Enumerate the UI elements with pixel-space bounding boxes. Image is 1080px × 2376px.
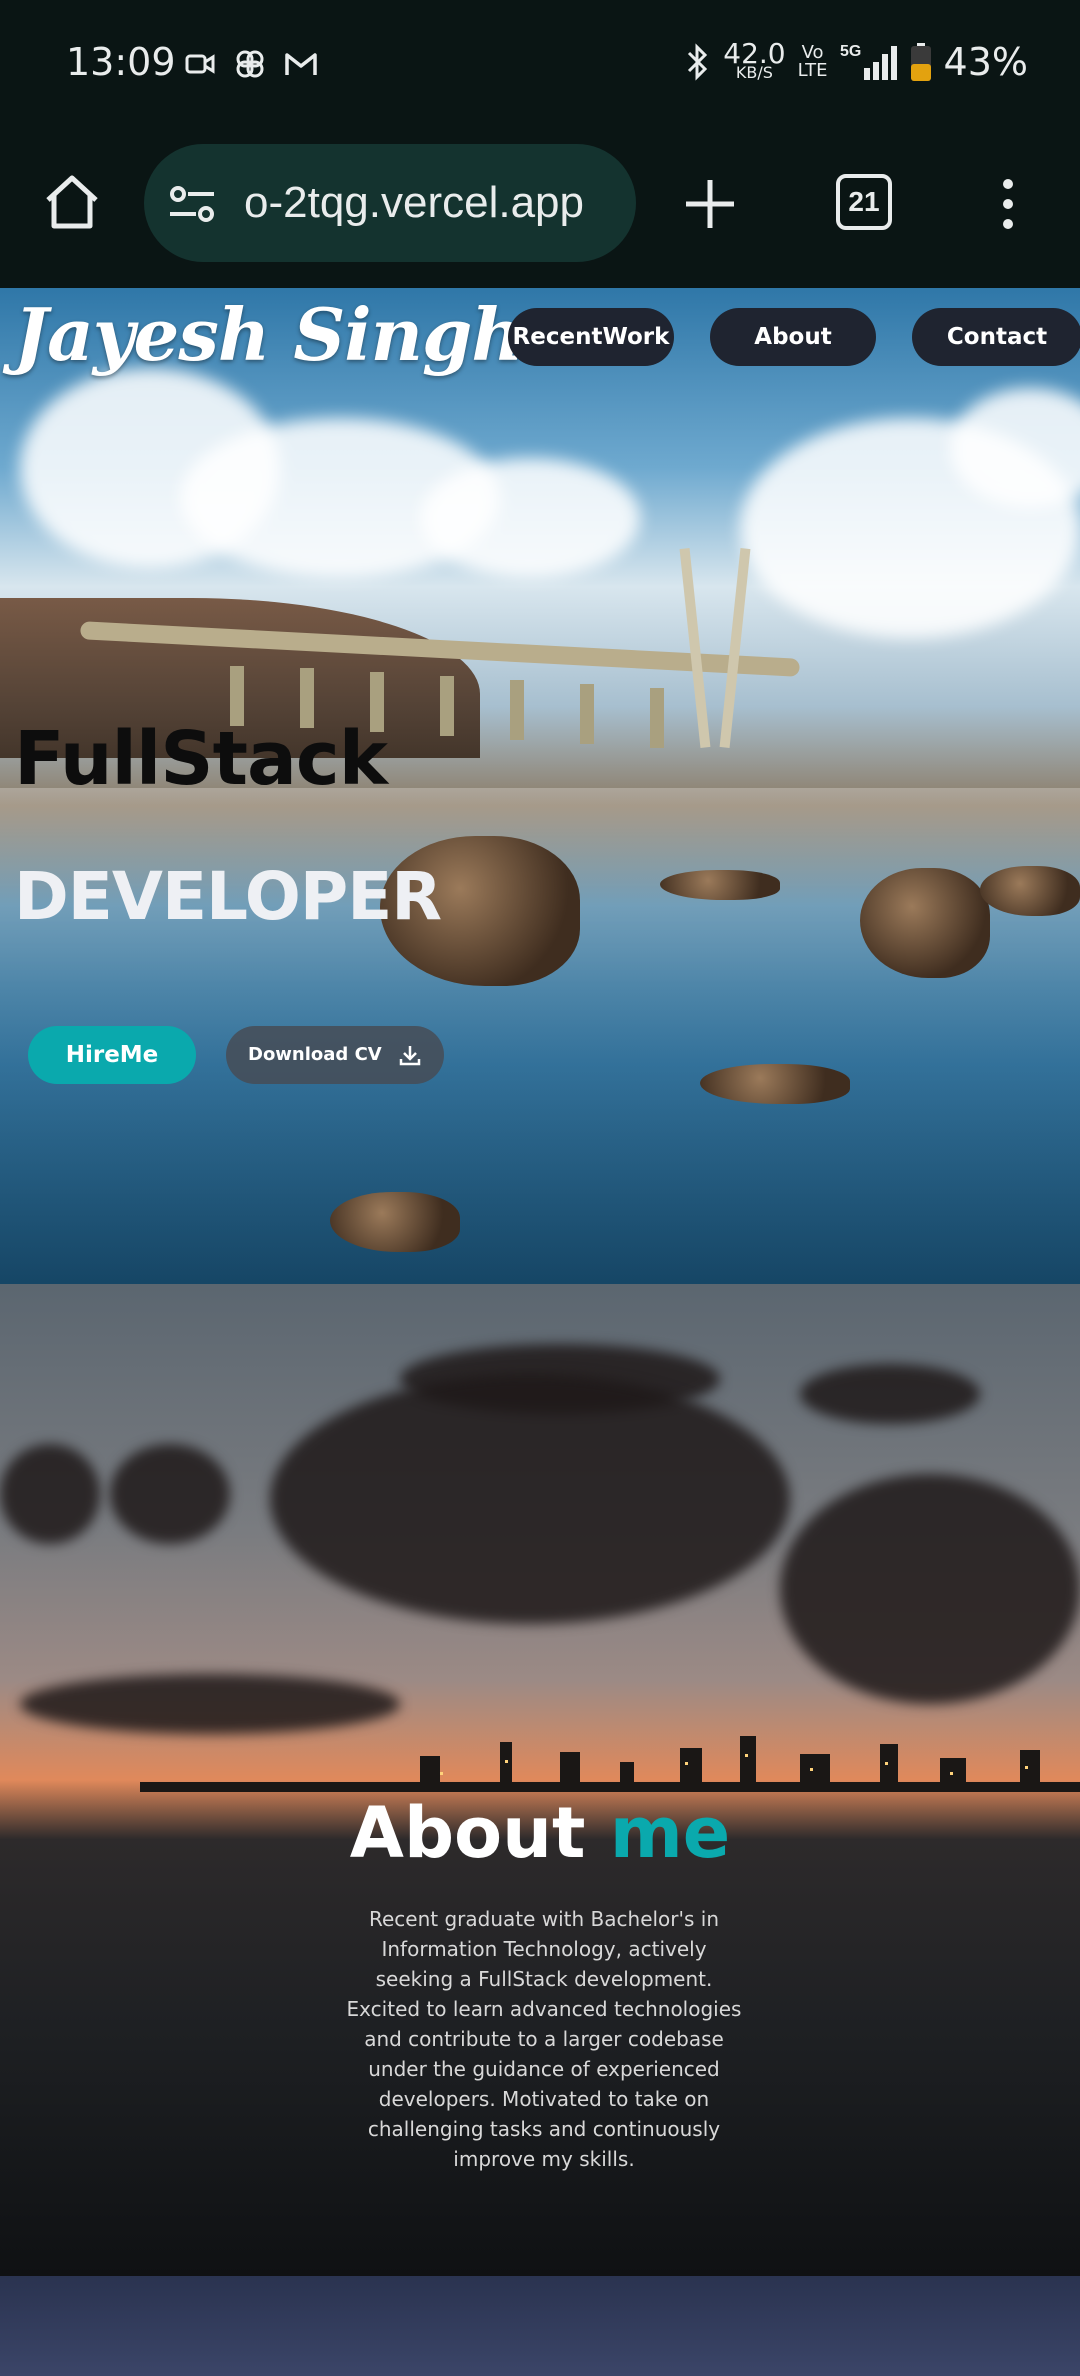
nav-about[interactable]: About (710, 308, 876, 366)
rock (980, 866, 1080, 916)
bridge-tower (719, 548, 751, 748)
rock (860, 868, 990, 978)
more-vert-icon[interactable] (998, 174, 1018, 234)
city-light (685, 1762, 688, 1765)
background-cloud (780, 1474, 1080, 1704)
download-icon (399, 1046, 421, 1066)
background-cloud (270, 1374, 790, 1624)
svg-text:5G: 5G (840, 43, 861, 60)
background-cloud (110, 1444, 230, 1544)
city-light (950, 1772, 953, 1775)
download-cv-label: Download CV (248, 1044, 382, 1065)
bluetooth-icon (688, 43, 708, 81)
about-heading-main: About (349, 1792, 610, 1874)
bridge-tower (679, 548, 711, 748)
bridge-pillar (510, 680, 524, 740)
plus-icon[interactable] (680, 174, 740, 234)
site-settings-icon[interactable] (168, 184, 216, 224)
hire-me-button[interactable]: HireMe (28, 1026, 196, 1084)
gmail-icon (285, 53, 317, 75)
about-heading-accent: me (609, 1792, 731, 1874)
tab-switcher-button[interactable]: 21 (836, 174, 892, 230)
download-cv-button[interactable]: Download CV (226, 1026, 444, 1084)
pinwheel-icon (236, 50, 264, 78)
bridge-pillar (580, 684, 594, 744)
about-description: Recent graduate with Bachelor's in Infor… (346, 1907, 742, 2171)
about-heading: About me (0, 1792, 1080, 1874)
background-cloud (20, 1674, 400, 1734)
city-light (505, 1760, 508, 1763)
nav-contact[interactable]: Contact (912, 308, 1080, 366)
city-light (810, 1768, 813, 1771)
notification-icons (184, 48, 318, 80)
rock (330, 1192, 460, 1252)
background-cloud (800, 1364, 980, 1424)
nav-recentwork[interactable]: RecentWork (508, 308, 674, 366)
bridge-pillar (440, 676, 454, 736)
address-bar[interactable]: o-2tqg.vercel.app (144, 144, 636, 262)
network-speed: 42.0 KB/S (723, 40, 785, 81)
city-light (1025, 1766, 1028, 1769)
browser-toolbar: o-2tqg.vercel.app 21 (0, 130, 1080, 288)
volte-indicator: Vo LTE (798, 44, 828, 80)
url-text: o-2tqg.vercel.app (244, 178, 584, 227)
city-light (885, 1762, 888, 1765)
next-section (0, 2276, 1080, 2376)
background-cloud (420, 458, 640, 578)
background-cloud (0, 1444, 100, 1544)
system-icons: 42.0 KB/S Vo LTE 5G 43% (685, 40, 1028, 84)
city-skyline (140, 1732, 1080, 1792)
site-logo[interactable]: Jayesh Singh (14, 292, 524, 377)
bridge-pillar (650, 688, 664, 748)
city-light (440, 1772, 443, 1775)
building (140, 1782, 1080, 1792)
signal-icon: 5G (840, 43, 897, 80)
rock (660, 870, 780, 900)
hero-heading-line2: DEVELOPER (14, 858, 442, 935)
about-section: About me Recent graduate with Bachelor's… (0, 1284, 1080, 2276)
home-icon[interactable] (40, 170, 104, 234)
volte-bottom: LTE (797, 60, 828, 81)
city-light (745, 1754, 748, 1757)
video-call-icon (185, 54, 215, 74)
hero-section: Jayesh Singh RecentWork About Contact Fu… (0, 288, 1080, 1284)
status-time: 13:09 (66, 40, 176, 84)
battery-percent: 43% (943, 40, 1028, 84)
hero-heading-line1: FullStack (14, 716, 388, 802)
status-bar: 13:09 42.0 KB/S Vo LTE 5G 43% (0, 0, 1080, 130)
battery-icon (910, 43, 931, 81)
